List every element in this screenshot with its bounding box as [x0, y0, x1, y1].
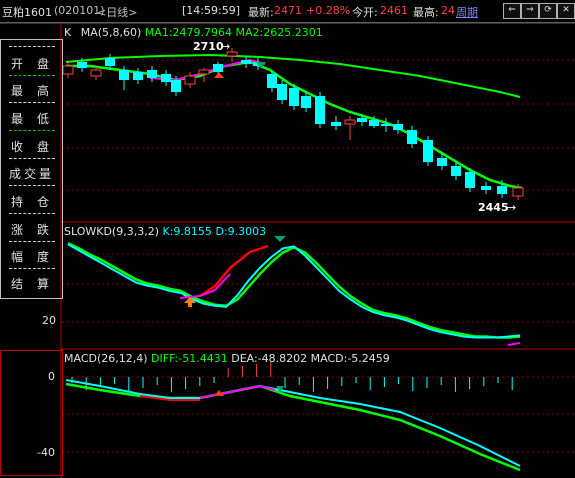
macd-axis-box: [0, 350, 63, 476]
macd-value: MACD:-5.2459: [310, 352, 390, 365]
sidebar-divider: [9, 102, 55, 103]
macd-dea-value: DEA:-48.8202: [231, 352, 308, 365]
candle-body: [62, 65, 74, 75]
k-label: K: [64, 26, 72, 39]
candle-body: [481, 186, 491, 190]
candle-body: [407, 130, 417, 144]
candle-body: [357, 118, 367, 122]
candle-body: [213, 64, 223, 72]
sidebar-divider: [9, 75, 55, 76]
candle-body: [77, 62, 87, 68]
sidebar-item-open: 开盘: [1, 52, 64, 76]
candle-body: [437, 158, 447, 166]
candle-body: [171, 80, 181, 92]
kd-k-value: K:9.8155: [162, 225, 212, 238]
sidebar-item-label: 收盘: [11, 140, 64, 154]
sidebar-divider: [9, 268, 55, 269]
sidebar-item-amplitude: 幅度: [1, 245, 64, 269]
sidebar-divider: [9, 158, 55, 159]
sidebar-item-label: 涨跌: [11, 223, 64, 237]
candle-body: [267, 74, 277, 88]
kline-chart-area[interactable]: 2710 → 2445 →: [0, 0, 575, 478]
candle-body: [423, 140, 433, 162]
sidebar-item-high: 最高: [1, 79, 64, 103]
kd-end-marker: [507, 342, 521, 346]
candle-body: [465, 172, 475, 188]
candle-body: [277, 84, 287, 100]
candle-body: [497, 186, 507, 194]
main-panel-legend: K MA(5,8,60) MA1:2479.7964 MA2:2625.2301: [64, 26, 323, 39]
candle-body: [512, 187, 524, 197]
candle-body: [344, 119, 356, 125]
sidebar-item-label: 结算: [11, 277, 64, 291]
candle-body: [184, 75, 196, 85]
macd-diff-value: DIFF:-51.4431: [151, 352, 228, 365]
ma-label: MA(5,8,60): [80, 26, 142, 39]
quote-info-sidebar: 开盘 最高 最低 收盘 成交量 持仓 涨跌 幅度 结算: [0, 39, 63, 299]
sidebar-item-label: 最低: [11, 112, 64, 126]
macd-gridlines: [62, 376, 575, 453]
candle-body: [90, 69, 102, 77]
kd-dead-cross-icon: [274, 236, 286, 242]
candle-body: [301, 96, 311, 108]
candle-body: [331, 122, 341, 126]
macd-dea-line: [65, 382, 521, 472]
macd-panel-legend: MACD(26,12,4) DIFF:-51.4431 DEA:-48.8202…: [64, 352, 390, 365]
sidebar-divider: [9, 130, 55, 131]
candle-body: [381, 124, 391, 126]
macd-magenta-segment: [199, 384, 276, 399]
high-marker-label: 2710: [193, 40, 224, 53]
candle-body: [147, 70, 157, 78]
candle-body: [105, 58, 115, 66]
candle-body: [119, 70, 129, 80]
kd-golden-cross-stem: [188, 302, 192, 307]
candle-body: [133, 72, 143, 80]
sidebar-item-volume: 成交量: [1, 162, 62, 186]
candle-body: [451, 166, 461, 176]
candle-body: [161, 74, 171, 82]
candle-body: [241, 60, 251, 64]
candle-body: [393, 124, 403, 130]
sidebar-item-label: 成交量: [8, 167, 54, 181]
sidebar-divider: [9, 185, 55, 186]
candle-body: [369, 120, 379, 126]
low-marker-label: 2445: [478, 201, 509, 214]
sidebar-divider: [9, 241, 55, 242]
candle-body: [198, 69, 210, 75]
macd-diff-line: [65, 379, 521, 467]
kd-d-line: [67, 242, 521, 339]
sidebar-item-close: 收盘: [1, 135, 64, 159]
sidebar-item-label: 开盘: [11, 57, 64, 71]
sidebar-item-label: 持仓: [11, 195, 64, 209]
main-golden-cross-icon: [214, 72, 224, 78]
kd-axis-label: 20: [42, 314, 56, 327]
candle-body: [289, 88, 299, 106]
kd-k-line: [67, 243, 521, 339]
macd-name: MACD(26,12,4): [64, 352, 148, 365]
sidebar-divider: [9, 213, 55, 214]
sidebar-item-position: 持仓: [1, 190, 64, 214]
low-marker-arrow-icon: →: [507, 201, 516, 214]
candle-body: [315, 96, 325, 124]
sidebar-divider: [9, 46, 55, 47]
kd-d-value: D:9.3003: [215, 225, 267, 238]
sidebar-item-low: 最低: [1, 107, 64, 131]
sidebar-item-change: 涨跌: [1, 218, 64, 242]
sidebar-item-label: 最高: [11, 84, 64, 98]
sidebar-item-settlement: 结算: [1, 272, 62, 294]
high-marker-arrow-icon: →: [221, 40, 230, 53]
kd-name: SLOWKD(9,3,3,2): [64, 225, 160, 238]
ma1-value: MA1:2479.7964: [144, 26, 233, 39]
kd-panel-legend: SLOWKD(9,3,3,2) K:9.8155 D:9.3003: [64, 225, 266, 238]
ma2-value: MA2:2625.2301: [235, 26, 323, 39]
sidebar-item-label: 幅度: [11, 250, 64, 264]
